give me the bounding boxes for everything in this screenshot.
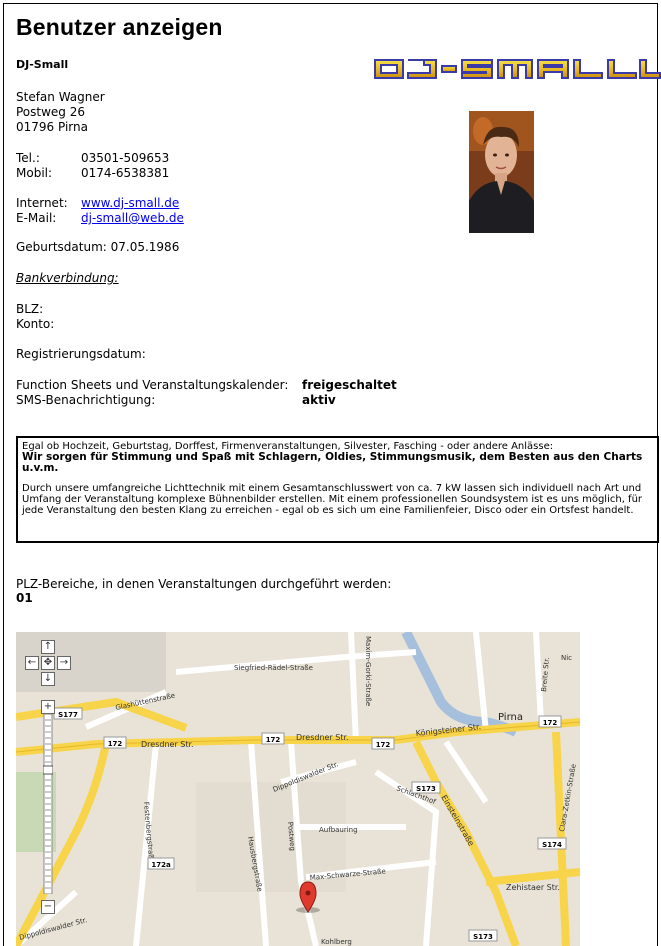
zoom-out-button[interactable]: − [41,900,55,914]
map-label-zehista: Zehistaer Str. [506,883,560,892]
mobil-label: Mobil: [16,166,53,180]
map-label-kohl: Kohlberg [321,938,352,946]
email-label: E-Mail: [16,211,57,225]
plz-value: 01 [16,591,33,605]
pan-left-button[interactable]: ← [25,656,39,670]
function-value: freigeschaltet [302,378,397,392]
person-name: Stefan Wagner [16,90,105,104]
description-slogan: Wir sorgen für Stimmung und Spaß mit Sch… [22,451,643,474]
zoom-slider[interactable] [43,714,53,894]
sms-value: aktiv [302,393,336,407]
route-s177: S177 [58,711,78,719]
route-172-a: 172 [108,740,123,748]
route-s173-b: S173 [473,933,493,941]
map-label-maxim: Maxim-Gorki-Straße [364,636,372,706]
pan-down-button[interactable]: ↓ [41,672,55,686]
city: 01796 Pirna [16,120,88,134]
pan-center-button[interactable]: ✥ [41,656,55,670]
pan-right-button[interactable]: → [57,656,71,670]
mobil-value: 0174-6538381 [81,166,170,180]
location-map[interactable]: Siegfried-Rädel-Straße Glashüttenstraße … [16,632,580,946]
route-172a: 172a [151,861,171,869]
map-label-aufbauring: Aufbauring [319,826,358,834]
zoom-slider-handle [43,765,53,775]
dj-name-heading: DJ-Small [16,58,69,71]
route-s173-a: S173 [416,785,436,793]
sms-label: SMS-Benachrichtigung: [16,393,156,407]
map-label-dresdner1: Dresdner Str. [141,740,194,749]
map-label-siegfried: Siegfried-Rädel-Straße [234,664,313,672]
function-label: Function Sheets und Veranstaltungskalend… [16,378,289,392]
plz-label: PLZ-Bereiche, in denen Veranstaltungen d… [16,577,392,591]
website-link[interactable]: www.dj-small.de [81,196,179,210]
map-label-dresdner2: Dresdner Str. [296,733,349,742]
pan-up-button[interactable]: ↑ [41,640,55,654]
bank-heading: Bankverbindung: [16,271,119,285]
profile-photo [469,111,534,233]
route-172-b: 172 [266,736,281,744]
registration-label: Registrierungsdatum: [16,347,146,361]
address-block: Stefan Wagner Postweg 26 01796 Pirna [16,90,105,135]
map-label-nic: Nic [561,654,572,662]
description-box: Egal ob Hochzeit, Geburtstag, Dorffest, … [16,436,659,543]
internet-label: Internet: [16,196,68,210]
dj-small-logo [374,59,661,79]
street: Postweg 26 [16,105,86,119]
tel-value: 03501-509653 [81,151,170,165]
zoom-in-button[interactable]: + [41,700,55,714]
route-s174: S174 [542,841,562,849]
map-label-pirna: Pirna [498,712,523,723]
description-body: Durch unsere umfangreiche Lichttechnik m… [22,483,643,516]
blz-label: BLZ: [16,302,44,316]
email-link[interactable]: dj-small@web.de [81,211,184,225]
route-172-c: 172 [376,741,391,749]
page-title: Benutzer anzeigen [16,14,223,40]
tel-label: Tel.: [16,151,40,165]
route-172-d: 172 [543,719,558,727]
birthdate: Geburtsdatum: 07.05.1986 [16,240,180,254]
konto-label: Konto: [16,317,55,331]
